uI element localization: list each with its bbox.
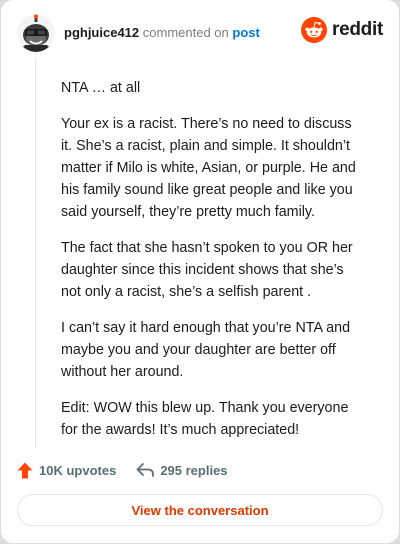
reply-arrow-icon: [136, 463, 155, 477]
username-link[interactable]: pghjuice412: [64, 25, 139, 40]
comment-header: pghjuice412 commented on post reddit: [17, 14, 383, 54]
comment-paragraph: Edit: WOW this blew up. Thank you everyo…: [61, 400, 349, 438]
reddit-snoo-icon: [301, 17, 328, 43]
comment-meta: pghjuice412 commented on post: [64, 25, 260, 40]
action-text: commented on: [142, 25, 229, 40]
upvote-count: 10K upvotes: [39, 462, 117, 478]
reddit-logo[interactable]: reddit: [301, 17, 383, 43]
comment-paragraph: The fact that she hasn’t spoken to you O…: [61, 240, 353, 300]
user-avatar[interactable]: [17, 14, 55, 52]
comment-body: NTA … at all Your ex is a racist. There’…: [61, 77, 366, 455]
comment-stats: 10K upvotes 295 replies: [17, 458, 228, 482]
view-conversation-button[interactable]: View the conversation: [17, 494, 383, 526]
comment-paragraph: NTA … at all: [61, 80, 141, 96]
avatar-icon: [17, 14, 55, 52]
reddit-wordmark: reddit: [332, 19, 383, 40]
post-link[interactable]: post: [232, 25, 259, 40]
replies-button[interactable]: 295 replies: [136, 462, 228, 478]
upvote-button[interactable]: 10K upvotes: [17, 462, 116, 479]
comment-card: pghjuice412 commented on post reddit NTA…: [1, 0, 399, 543]
comment-paragraph: I can’t say it hard enough that you’re N…: [61, 320, 351, 380]
comment-paragraph: Your ex is a racist. There’s no need to …: [61, 116, 356, 220]
reply-count: 295 replies: [160, 462, 228, 478]
thread-line: [35, 58, 36, 448]
upvote-arrow-icon: [17, 462, 33, 478]
